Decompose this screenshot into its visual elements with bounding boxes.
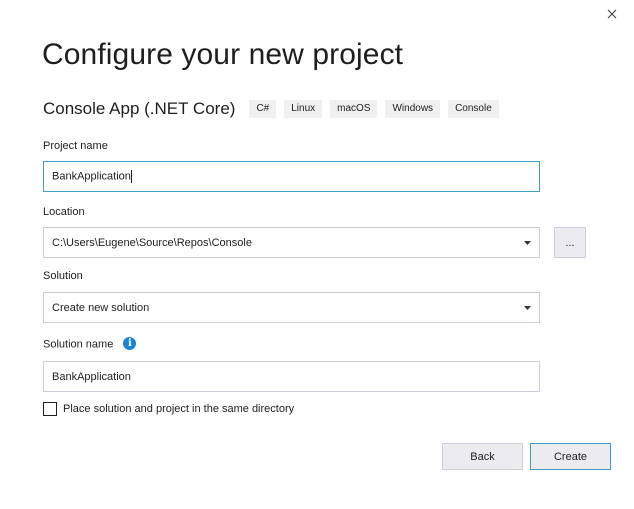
tag-csharp: C# [249,100,277,118]
close-button[interactable] [604,6,620,22]
close-icon [607,9,617,19]
tag-linux: Linux [284,100,323,118]
project-name-input[interactable]: BankApplication [43,161,540,192]
same-directory-checkbox[interactable] [43,402,57,416]
chevron-down-icon[interactable] [523,304,531,312]
template-row: Console App (.NET Core) C# Linux macOS W… [43,98,507,120]
dialog-title: Configure your new project [42,38,404,71]
info-icon[interactable]: i [123,337,137,350]
same-directory-label: Place solution and project in the same d… [63,403,295,415]
solution-name-value: BankApplication [52,370,131,383]
tag-windows: Windows [385,100,441,118]
location-label: Location [43,206,85,218]
solution-label: Solution [43,270,83,282]
same-directory-option[interactable]: Place solution and project in the same d… [43,402,294,416]
solution-value: Create new solution [52,301,150,314]
tag-console: Console [448,100,499,118]
template-name: Console App (.NET Core) [43,99,236,118]
project-name-label: Project name [43,140,108,152]
tag-macos: macOS [330,100,378,118]
chevron-down-icon[interactable] [523,239,531,247]
back-button[interactable]: Back [442,443,523,470]
create-button[interactable]: Create [530,443,611,470]
project-name-value: BankApplication [52,170,132,183]
solution-name-input[interactable]: BankApplication [43,361,540,392]
location-combobox[interactable]: C:\Users\Eugene\Source\Repos\Console [43,227,540,258]
browse-button[interactable]: ... [554,227,586,258]
text-caret [130,170,132,183]
solution-name-label: Solution name [43,338,114,351]
solution-name-label-row: Solution name i [43,337,137,351]
solution-select[interactable]: Create new solution [43,292,540,323]
location-value: C:\Users\Eugene\Source\Repos\Console [52,236,252,249]
